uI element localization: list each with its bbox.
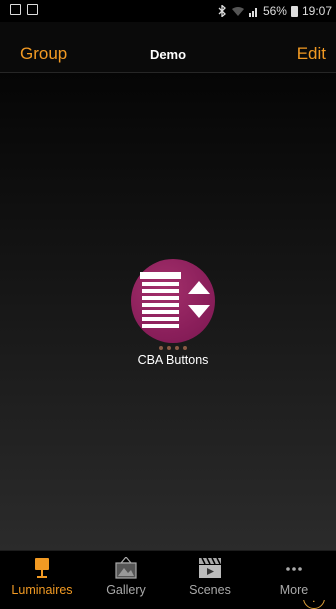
image-icon <box>10 4 21 15</box>
group-item-label: CBA Buttons <box>137 353 209 367</box>
more-icon <box>286 567 302 571</box>
group-icon-circle[interactable] <box>131 259 215 343</box>
page-title: Demo <box>149 47 187 62</box>
tab-label: More <box>279 583 309 597</box>
tab-luminaires[interactable]: Luminaires <box>0 551 84 600</box>
clipboard-icon <box>27 4 38 15</box>
clapperboard-icon <box>199 557 221 578</box>
wifi-icon <box>231 6 244 16</box>
signal-icon <box>248 7 257 17</box>
tab-bar: Luminaires Gallery Scenes More <box>0 550 336 600</box>
tab-label: Luminaires <box>11 583 73 597</box>
lamp-icon <box>35 558 49 578</box>
blinds-up-down-icon <box>140 272 210 328</box>
navigation-bar: Group Demo Edit <box>0 22 336 73</box>
tab-gallery[interactable]: Gallery <box>84 551 168 600</box>
battery-icon <box>290 5 298 17</box>
tab-label: Gallery <box>106 583 146 597</box>
clock: 19:07 <box>301 4 332 18</box>
edit-button[interactable]: Edit <box>297 44 326 64</box>
tab-scenes[interactable]: Scenes <box>168 551 252 600</box>
status-bar: 56% 19:07 <box>0 0 336 22</box>
group-content-area: CBA Buttons ? <box>0 73 336 609</box>
gallery-icon <box>115 557 137 579</box>
tab-more[interactable]: More <box>252 551 336 600</box>
battery-percent: 56% <box>262 4 287 18</box>
page-dots <box>108 343 238 350</box>
bluetooth-icon <box>218 5 226 17</box>
tab-label: Scenes <box>189 583 231 597</box>
